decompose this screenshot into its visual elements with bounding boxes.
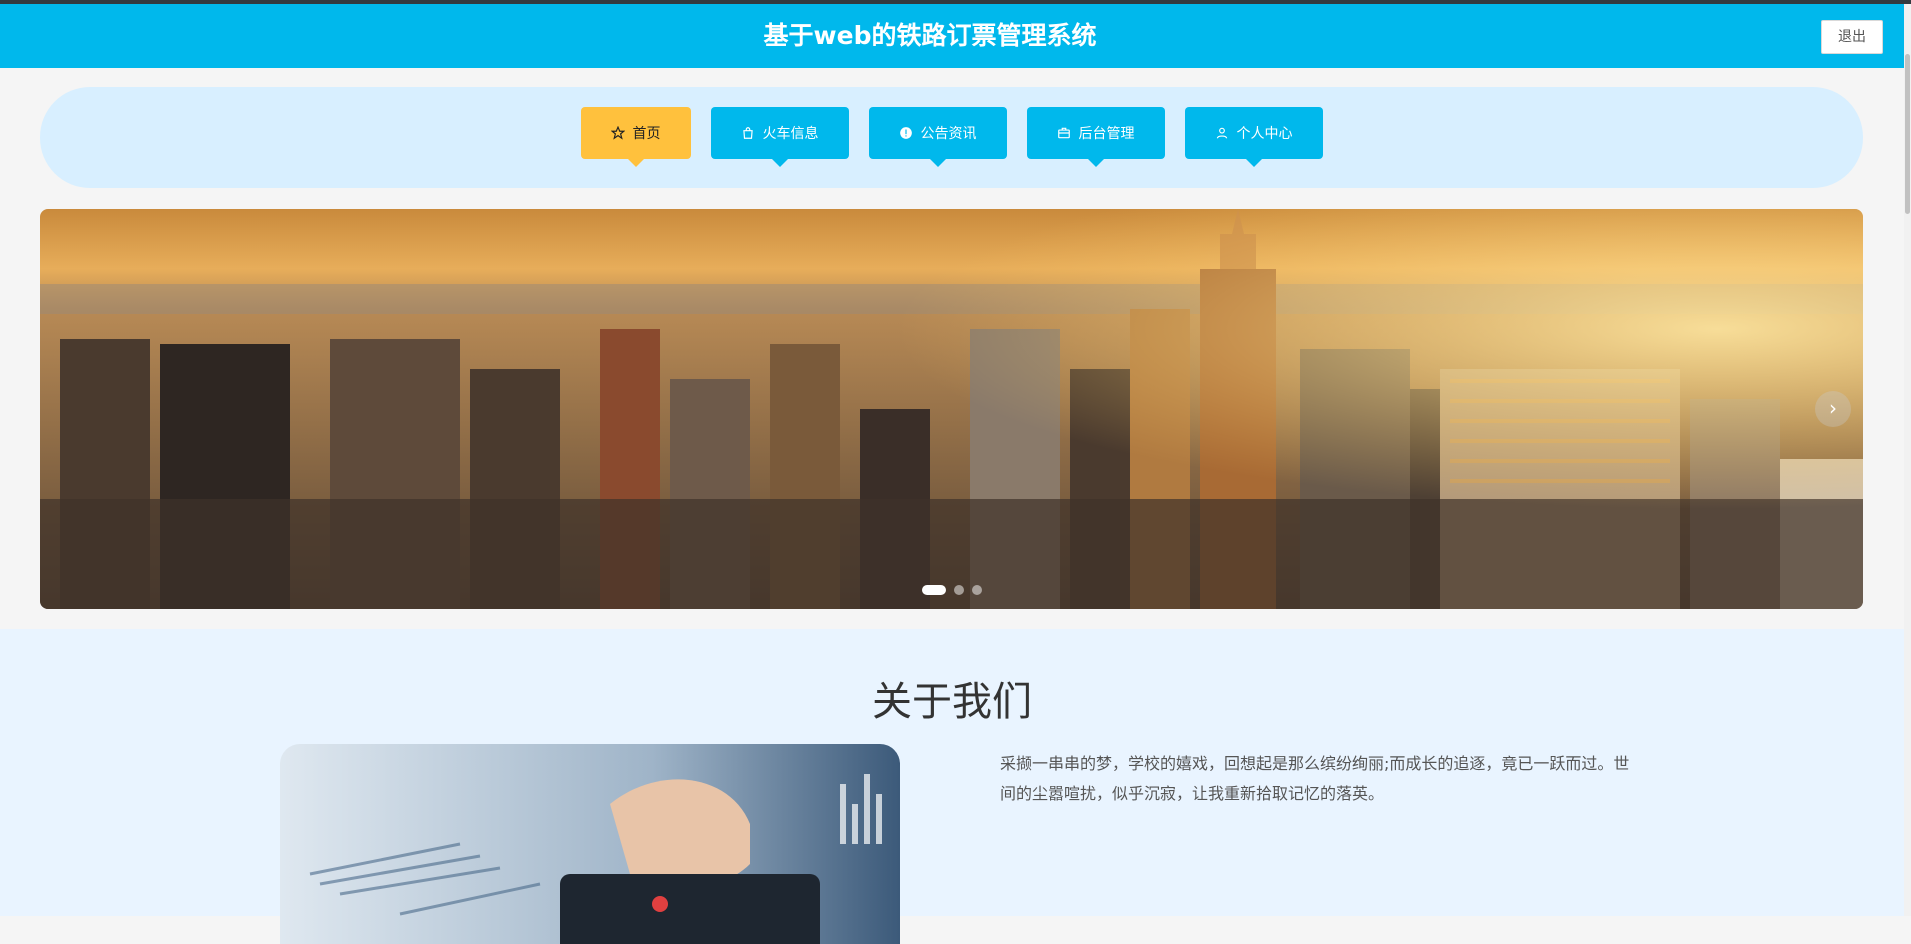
nav-item-train-info[interactable]: 火车信息 <box>710 107 849 167</box>
star-icon <box>610 126 625 140</box>
scrollbar-thumb[interactable] <box>1905 54 1910 214</box>
about-text: 采撷一串串的梦，学校的嬉戏，回想起是那么缤纷绚丽;而成长的追逐，竟已一跃而过。世… <box>1000 754 1630 803</box>
app-title: 基于web的铁路订票管理系统 <box>763 21 1097 50</box>
nav-item-announcements[interactable]: 公告资讯 <box>868 107 1007 167</box>
nav-item-profile[interactable]: 个人中心 <box>1184 107 1323 167</box>
main-nav-bar: 首页 火车信息 公告资讯 后台管理 个人中心 <box>40 87 1863 188</box>
shopping-bag-icon <box>741 126 755 140</box>
app-header: 基于web的铁路订票管理系统 退出 <box>0 4 1911 68</box>
about-section: 关于我们 采撷一串串的梦，学校的嬉戏，回想起是那么缤纷绚丽;而成长的追逐，竟已一… <box>0 629 1904 944</box>
nav-item-label: 后台管理 <box>1078 126 1135 142</box>
carousel-indicators <box>40 585 1863 595</box>
about-heading: 关于我们 <box>872 679 1032 725</box>
nav-item-label: 公告资讯 <box>920 126 977 142</box>
chevron-right-icon: › <box>1829 396 1837 420</box>
briefcase-icon <box>1057 126 1071 140</box>
logout-button[interactable]: 退出 <box>1821 20 1883 54</box>
nav-item-admin[interactable]: 后台管理 <box>1026 107 1165 167</box>
city-skyline-image <box>40 209 1863 609</box>
about-image <box>280 744 900 944</box>
info-circle-icon <box>899 126 913 140</box>
nav-item-label: 个人中心 <box>1236 126 1293 142</box>
carousel-dot[interactable] <box>971 585 982 595</box>
nav-item-home[interactable]: 首页 <box>580 107 691 167</box>
banner-carousel[interactable]: › <box>40 209 1863 609</box>
page-scrollbar[interactable] <box>1904 4 1911 916</box>
nav-item-label: 火车信息 <box>762 126 819 142</box>
carousel-dot[interactable] <box>921 585 946 595</box>
carousel-dot[interactable] <box>953 585 964 595</box>
carousel-next-button[interactable]: › <box>1815 391 1851 427</box>
user-icon <box>1215 126 1229 140</box>
main-nav: 首页 火车信息 公告资讯 后台管理 个人中心 <box>40 107 1863 167</box>
nav-item-label: 首页 <box>632 126 661 142</box>
